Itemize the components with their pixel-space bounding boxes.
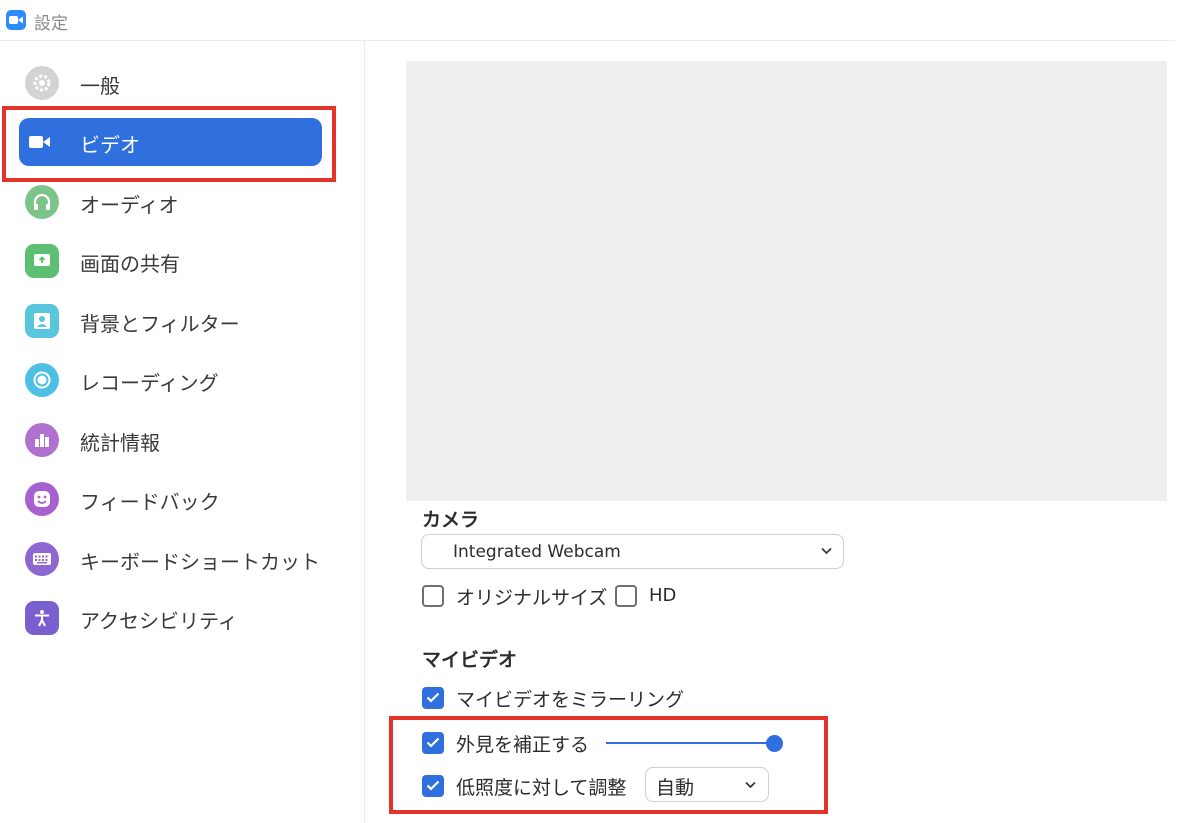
accessibility-icon xyxy=(25,601,59,635)
hd-label: HD xyxy=(649,585,677,606)
record-icon xyxy=(25,363,59,397)
sidebar-item-label: 背景とフィルター xyxy=(80,312,240,336)
original-size-label: オリジナルサイズ xyxy=(456,587,608,609)
sidebar-item-share-screen[interactable]: 画面の共有 xyxy=(19,237,322,285)
smiley-icon xyxy=(25,482,59,516)
title-bar: 設定 xyxy=(0,0,1175,41)
sidebar-item-recording[interactable]: レコーディング xyxy=(19,356,322,404)
sidebar-item-general[interactable]: 一般 xyxy=(19,59,322,107)
gear-icon xyxy=(25,66,59,100)
share-screen-icon xyxy=(25,244,59,278)
checkmark-icon xyxy=(426,692,440,703)
sidebar-item-accessibility[interactable]: アクセシビリティ xyxy=(19,594,322,642)
sidebar-item-audio[interactable]: オーディオ xyxy=(19,178,322,226)
bar-chart-icon xyxy=(25,423,59,457)
annotation-highlight-video xyxy=(2,106,336,182)
video-preview xyxy=(406,61,1167,501)
keyboard-icon xyxy=(25,542,59,576)
camera-select[interactable]: Integrated Webcam xyxy=(421,534,844,569)
sidebar-item-feedback[interactable]: フィードバック xyxy=(19,475,322,523)
chevron-down-icon xyxy=(821,547,832,555)
my-video-section-label: マイビデオ xyxy=(422,649,518,671)
sidebar-item-keyboard-shortcuts[interactable]: キーボードショートカット xyxy=(19,535,322,583)
sidebar-item-label: オーディオ xyxy=(80,193,179,217)
camera-select-value: Integrated Webcam xyxy=(453,542,621,562)
original-size-checkbox[interactable] xyxy=(422,585,444,607)
annotation-highlight-options xyxy=(389,716,828,814)
zoom-logo-icon xyxy=(6,10,26,30)
sidebar-item-label: 統計情報 xyxy=(80,431,160,455)
portrait-icon xyxy=(25,304,59,338)
mirror-video-label: マイビデオをミラーリング xyxy=(456,689,685,711)
hd-checkbox[interactable] xyxy=(615,585,637,607)
sidebar-item-statistics[interactable]: 統計情報 xyxy=(19,416,322,464)
camera-section-label: カメラ xyxy=(422,509,480,531)
sidebar-item-label: 画面の共有 xyxy=(80,252,180,276)
mirror-video-checkbox[interactable] xyxy=(422,687,444,709)
sidebar-item-label: アクセシビリティ xyxy=(80,609,238,633)
sidebar-item-label: キーボードショートカット xyxy=(80,550,320,574)
sidebar-item-label: フィードバック xyxy=(80,490,220,514)
sidebar-item-label: レコーディング xyxy=(80,371,219,395)
sidebar-item-label: 一般 xyxy=(80,74,120,98)
headphones-icon xyxy=(25,185,59,219)
sidebar-item-background-filters[interactable]: 背景とフィルター xyxy=(19,297,322,345)
window-title: 設定 xyxy=(34,14,68,34)
